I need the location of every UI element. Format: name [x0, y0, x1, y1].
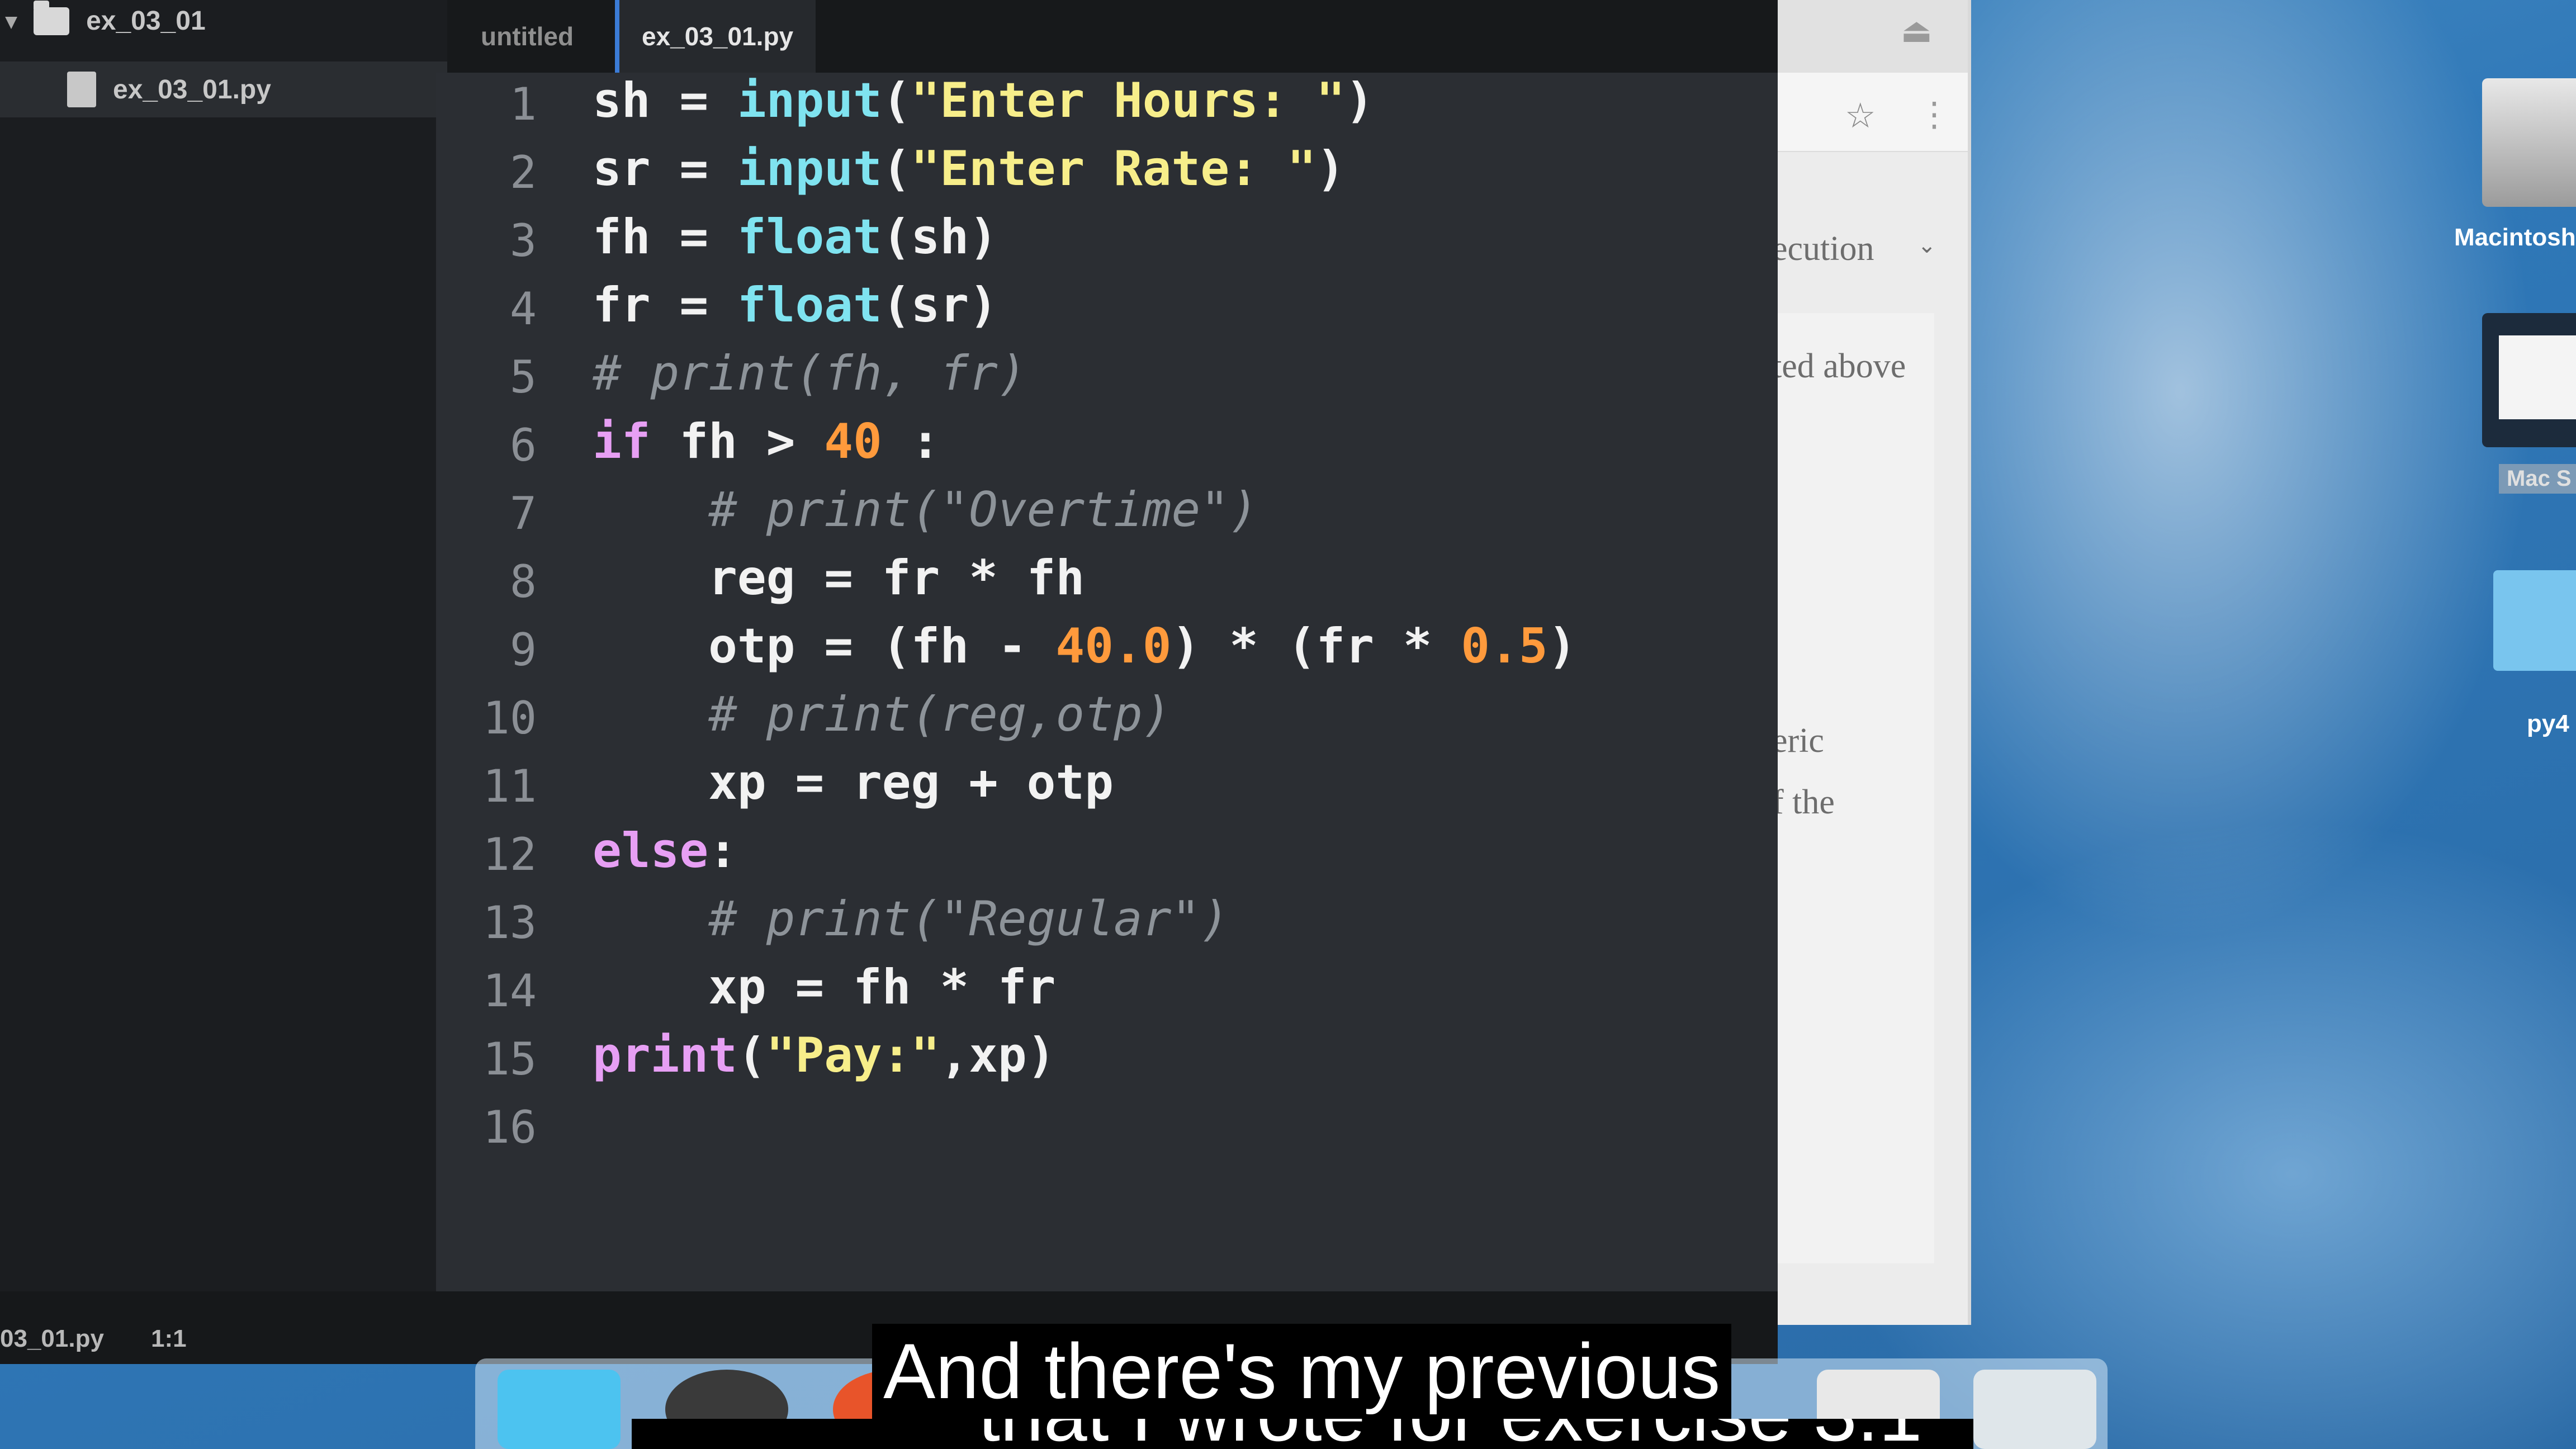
line-number: 6 — [509, 419, 537, 471]
line-number: 7 — [509, 487, 537, 539]
file-icon — [67, 72, 96, 107]
disk-icon[interactable] — [2482, 313, 2576, 447]
code-line-10: # print(reg,otp) — [593, 686, 1172, 742]
code-line-9: otp = (fh - 40.0) * (fr * 0.5) — [593, 618, 1577, 674]
status-filename: 03_01.py — [0, 1325, 104, 1352]
line-number: 4 — [509, 283, 537, 335]
chevron-down-icon[interactable]: ⌄ — [1917, 232, 1936, 258]
caption-line-2-container: that I wrote for exercise 3.1 — [632, 1419, 1973, 1449]
caption-line-1: And there's my previous — [872, 1324, 1732, 1419]
code-line-3: fh = float(sh) — [593, 209, 998, 265]
code-line-15: print("Pay:",xp) — [593, 1027, 1056, 1083]
line-number: 1 — [509, 78, 537, 130]
disk-label: Mac S — [2499, 464, 2576, 494]
file-sidebar: ▾ ex_03_01 ex_03_01.py — [0, 0, 447, 1364]
code-line-7: # print("Overtime") — [593, 482, 1258, 538]
folder-icon — [34, 0, 70, 35]
folder-icon[interactable] — [2493, 570, 2576, 671]
code-line-13: # print("Regular") — [593, 891, 1230, 947]
line-number: 11 — [482, 760, 537, 812]
finder-icon[interactable] — [498, 1370, 621, 1449]
line-number: 10 — [482, 692, 537, 744]
status-cursor-position: 1:1 — [151, 1325, 187, 1352]
line-number: 3 — [509, 215, 537, 267]
line-number: 9 — [509, 624, 537, 676]
tab-bar: untitled ex_03_01.py — [447, 0, 1778, 73]
file-name: ex_03_01.py — [113, 74, 271, 105]
bookmark-star-icon[interactable]: ☆ — [1845, 95, 1876, 136]
editor-window: ▾ ex_03_01 ex_03_01.py untitled ex_03_01… — [0, 0, 1778, 1364]
page-text-2: eric — [1772, 722, 1824, 760]
code-line-4: fr = float(sr) — [593, 277, 998, 333]
menu-dots-icon[interactable]: ⋮ — [1917, 95, 1951, 134]
line-number: 14 — [482, 965, 537, 1017]
line-number: 5 — [509, 351, 537, 403]
code-line-2: sr = input("Enter Rate: ") — [593, 141, 1346, 197]
hard-drive-label: Macintosh — [2454, 224, 2576, 251]
line-number: 12 — [482, 828, 537, 880]
sidebar-file[interactable]: ex_03_01.py — [0, 61, 447, 117]
code-line-11: xp = reg + otp — [593, 755, 1114, 811]
folder-name: ex_03_01 — [86, 6, 206, 36]
upload-icon[interactable]: ⏏ — [1901, 11, 1933, 50]
line-number: 13 — [482, 897, 537, 949]
code-line-8: reg = fr * fh — [593, 550, 1085, 606]
line-number: 8 — [509, 556, 537, 608]
line-number: 15 — [482, 1033, 537, 1085]
trash-icon[interactable] — [1973, 1370, 2096, 1449]
code-line-6: if fh > 40 : — [593, 414, 940, 470]
caption-line-2: that I wrote for exercise 3.1 — [978, 1419, 1922, 1449]
tab-untitled[interactable]: untitled — [458, 0, 596, 73]
code-editor[interactable]: 1 2 3 4 5 6 7 8 9 10 11 12 13 14 15 16 s… — [436, 73, 1778, 1291]
line-number: 2 — [509, 146, 537, 198]
hard-drive-icon[interactable] — [2482, 78, 2576, 207]
sidebar-folder[interactable]: ▾ ex_03_01 — [6, 0, 206, 36]
page-text-1: ted above — [1772, 347, 1906, 385]
disclosure-triangle-icon[interactable]: ▾ — [6, 8, 17, 34]
line-number: 16 — [482, 1101, 537, 1153]
tab-ex-03-01[interactable]: ex_03_01.py — [615, 0, 816, 73]
code-line-5: # print(fh, fr) — [593, 345, 1027, 401]
dropdown-text[interactable]: ecution — [1772, 229, 1874, 269]
folder-label: py4 — [2527, 710, 2569, 737]
code-line-1: sh = input("Enter Hours: ") — [593, 73, 1374, 129]
page-text-3: f the — [1772, 783, 1835, 821]
code-line-12: else: — [593, 823, 737, 879]
code-line-14: xp = fh * fr — [593, 959, 1056, 1015]
